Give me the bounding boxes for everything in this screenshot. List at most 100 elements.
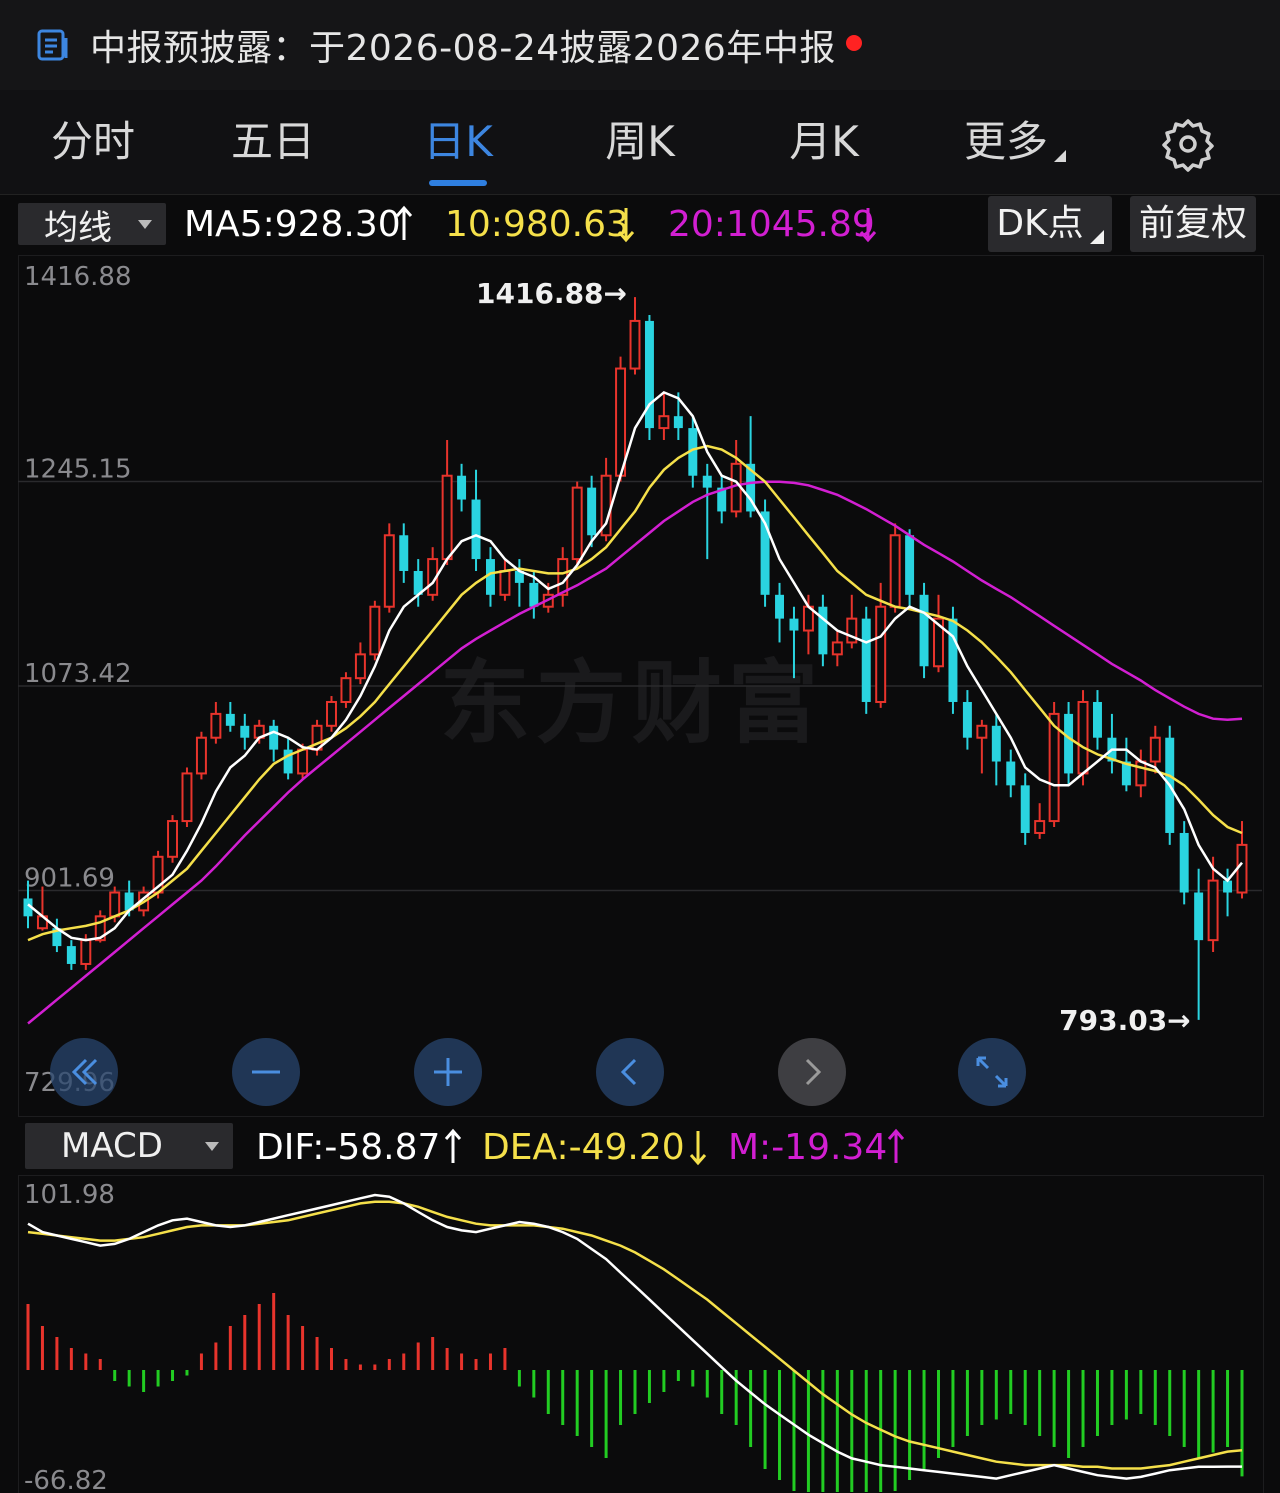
candle-body	[1064, 713, 1074, 774]
macd-select[interactable]: MACD	[25, 1123, 233, 1169]
candle-body	[658, 415, 670, 430]
candle-body	[326, 700, 337, 727]
ma5-line	[27, 390, 1243, 942]
candle-body	[1020, 785, 1030, 833]
tab-weekly-k[interactable]: 周K	[592, 90, 688, 194]
candle-body	[919, 594, 929, 667]
moving-average-bar: 均线 MA5:928.30 10:980.63 20:1045.89 DK点 前…	[0, 196, 1280, 256]
macd-chart[interactable]: 101.98 -66.82	[0, 1175, 1280, 1492]
tab-five-day[interactable]: 五日	[228, 90, 318, 194]
candle-body	[225, 713, 235, 726]
candle-body	[629, 319, 641, 370]
kline-chart[interactable]: 1416.881245.151073.42901.69729.961416.88…	[0, 255, 1280, 1115]
price-adjust-button[interactable]: 前复权	[1130, 196, 1256, 252]
zoom-in-button[interactable]	[414, 1038, 482, 1106]
candle-body	[457, 475, 467, 500]
arrow-down-icon	[859, 208, 877, 243]
candle-body	[210, 712, 222, 739]
arrow-up-icon	[887, 1128, 905, 1163]
candle-body	[1034, 820, 1046, 834]
tab-intraday[interactable]: 分时	[48, 90, 138, 194]
candle-body	[962, 701, 972, 738]
candle-body	[80, 939, 92, 965]
candle-body	[991, 725, 1001, 762]
candle-body	[615, 367, 627, 477]
high-price-annotation: 1416.88→	[476, 277, 627, 310]
candle-body	[240, 725, 250, 738]
gear-icon[interactable]	[1160, 116, 1216, 172]
candle-body	[1207, 879, 1219, 942]
candle-body	[1135, 760, 1147, 787]
chevron-down-icon	[205, 1141, 219, 1151]
candle-body	[1179, 832, 1189, 893]
macd-select-label: MACD	[61, 1126, 163, 1166]
candle-body	[340, 677, 352, 703]
report-notice-bar[interactable]: 中报预披露：于2026-08-24披露2026年中报	[0, 0, 1280, 91]
candle-body	[818, 606, 828, 655]
move-right-button[interactable]	[778, 1038, 846, 1106]
candle-body	[297, 748, 309, 775]
indicator-select-label: 均线	[44, 207, 112, 248]
candle-body	[269, 725, 279, 750]
plus-icon	[434, 1058, 462, 1086]
candle-body	[789, 618, 799, 631]
candle-body	[181, 772, 193, 823]
candle-body	[66, 946, 76, 964]
candle-body	[1092, 701, 1102, 738]
tab-monthly-k[interactable]: 月K	[776, 90, 872, 194]
candle-body	[976, 724, 988, 739]
price-axis-label: 1416.88	[24, 262, 132, 292]
tab-daily-k[interactable]: 日K	[410, 90, 506, 194]
arrow-up-icon	[395, 205, 413, 240]
indicator-select[interactable]: 均线	[18, 203, 166, 248]
candle-body	[369, 605, 381, 656]
fullscreen-button[interactable]	[958, 1038, 1026, 1106]
document-icon	[37, 29, 68, 61]
candle-body	[399, 535, 409, 571]
candle-body	[587, 487, 597, 536]
candle-body	[775, 594, 785, 619]
ma5-value: MA5:928.30	[184, 204, 401, 245]
dropdown-corner-icon	[1090, 230, 1104, 244]
m-value: M:-19.34	[728, 1127, 888, 1168]
candle-body	[557, 558, 569, 596]
candle-body	[1006, 761, 1016, 786]
double-left-icon	[71, 1058, 98, 1086]
candle-body	[1194, 892, 1204, 941]
candle-body	[1077, 700, 1089, 775]
price-axis-label: 1073.42	[24, 659, 132, 689]
candle-body	[948, 618, 958, 702]
candle-body	[861, 618, 871, 702]
report-notice-text: 中报预披露：于2026-08-24披露2026年中报	[90, 28, 836, 69]
dif-value: DIF:-58.87	[256, 1127, 441, 1168]
arrow-down-icon	[617, 208, 635, 243]
expand-icon	[976, 1056, 1008, 1088]
scroll-to-start-button[interactable]	[50, 1038, 118, 1106]
ma20-line	[27, 480, 1243, 1025]
dk-point-button[interactable]: DK点	[988, 196, 1112, 252]
unread-dot	[845, 35, 862, 51]
ma10-line	[27, 444, 1243, 942]
ma10-value: 10:980.63	[445, 204, 629, 245]
candle-body	[1223, 880, 1233, 893]
macd-axis-label: 101.98	[24, 1180, 115, 1210]
dropdown-corner-icon	[1054, 150, 1066, 162]
chevron-down-icon	[138, 219, 152, 229]
candle-body	[702, 475, 712, 488]
candle-body	[673, 416, 683, 429]
right-icon	[805, 1058, 822, 1086]
ma20-value: 20:1045.89	[668, 204, 875, 245]
candle-body	[529, 582, 539, 607]
candle-body	[383, 534, 395, 608]
candle-body	[889, 534, 901, 608]
tab-more[interactable]: 更多	[950, 90, 1080, 194]
price-axis-label: 1245.15	[24, 455, 132, 485]
arrow-down-icon	[689, 1131, 707, 1166]
candle-body	[109, 891, 121, 918]
zoom-out-button[interactable]	[232, 1038, 300, 1106]
candle-body	[441, 474, 453, 561]
candle-body	[167, 820, 179, 858]
period-tabs: 分时 五日 日K 周K 月K 更多	[0, 90, 1280, 195]
dif-line	[27, 1193, 1242, 1480]
move-left-button[interactable]	[596, 1038, 664, 1106]
